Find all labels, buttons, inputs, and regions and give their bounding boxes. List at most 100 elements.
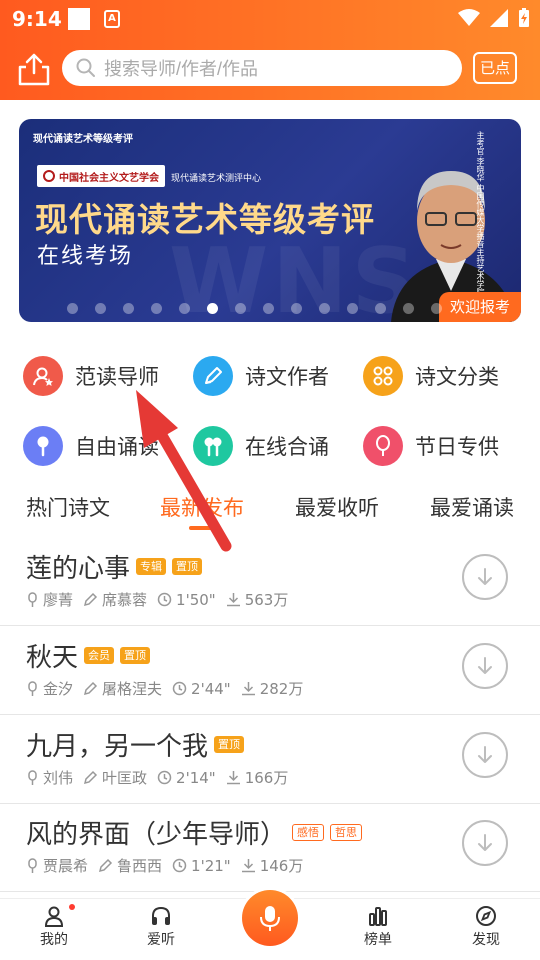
record-button[interactable] — [242, 890, 298, 946]
reader-mic-icon — [26, 769, 43, 786]
download-icon — [478, 834, 492, 851]
banner-dot[interactable] — [347, 303, 358, 314]
banner-org-name: 中国社会主义文艺学会 — [59, 172, 159, 184]
banner-dot[interactable] — [123, 303, 134, 314]
nav-label: 爱听 — [147, 932, 175, 948]
work-row[interactable]: 秋天 会员 置顶 金汐 屠格涅夫 2'44" 282万 — [0, 627, 540, 715]
download-icon — [478, 746, 492, 763]
banner-apply-button[interactable]: 欢迎报考 — [439, 292, 521, 322]
clock-icon — [157, 770, 176, 785]
profile-icon — [24, 905, 84, 927]
microphone-icon — [260, 906, 280, 931]
banner-dot[interactable] — [179, 303, 190, 314]
share-icon[interactable] — [16, 51, 52, 87]
category-label: 自由诵读 — [75, 435, 159, 459]
category-label: 节日专供 — [415, 435, 499, 459]
banner-dot[interactable] — [431, 303, 442, 314]
work-meta: 金汐 屠格涅夫 2'44" 282万 — [26, 678, 313, 699]
work-duration: 2'44" — [172, 680, 231, 698]
nav-item[interactable]: 我的 — [24, 905, 84, 949]
nav-item[interactable]: 发现 — [456, 905, 516, 949]
banner-dot[interactable] — [375, 303, 386, 314]
banner-dot[interactable] — [207, 303, 218, 314]
battery-icon — [519, 8, 529, 27]
tab-item[interactable]: 最新发布 — [160, 492, 244, 522]
clock-icon — [172, 681, 191, 696]
work-duration-text: 1'50" — [176, 590, 216, 609]
banner-dot[interactable] — [319, 303, 330, 314]
download-icon — [478, 657, 492, 674]
work-reader: 廖菁 — [26, 589, 73, 610]
work-title: 九月，另一个我 — [26, 732, 209, 762]
work-tag: 哲思 — [330, 824, 363, 841]
work-duration-text: 2'44" — [191, 679, 231, 698]
work-title: 莲的心事 — [26, 554, 131, 584]
work-title-row: 风的界面（少年导师） 感悟 哲思 — [26, 814, 363, 851]
banner-dot[interactable] — [263, 303, 274, 314]
work-tag: 感悟 — [292, 824, 325, 841]
status-time: 9:14 — [12, 7, 62, 31]
pen-icon — [193, 356, 233, 396]
work-tag: 会员 — [84, 647, 115, 664]
promo-banner[interactable]: WNS 现代诵读艺术等级考评 中国社会主义文艺学会 现代诵读艺术测评中心 现代诵… — [19, 119, 521, 322]
download-button[interactable] — [462, 732, 508, 778]
category-item[interactable]: 自由诵读 — [23, 426, 159, 466]
work-row[interactable]: 风的界面（少年导师） 感悟 哲思贾晨希 鲁西西 1'21" 146万 — [0, 804, 540, 892]
tab-item[interactable]: 最爱收听 — [295, 492, 379, 522]
download-button[interactable] — [462, 554, 508, 600]
search-bar[interactable]: 搜索导师/作者/作品 — [62, 50, 462, 86]
category-label: 诗文分类 — [415, 365, 499, 389]
banner-dot[interactable] — [291, 303, 302, 314]
clock-icon — [172, 858, 191, 873]
work-downloads-text: 146万 — [259, 857, 304, 875]
work-row[interactable]: 九月，另一个我 置顶 刘伟 叶匡政 2'14" 166万 — [0, 716, 540, 804]
work-reader: 贾晨希 — [26, 855, 88, 876]
work-title: 风的界面（少年导师） — [26, 820, 287, 850]
banner-examiner-text: 主考官·李晓华 中国传媒大学播音主持艺术学院院长 — [476, 131, 485, 313]
work-downloads: 563万 — [226, 589, 289, 610]
work-reader-text: 廖菁 — [43, 591, 74, 609]
checkin-button[interactable]: 已点 — [473, 52, 517, 84]
author-pen-icon — [83, 681, 102, 696]
tab-item[interactable]: 最爱诵读 — [430, 492, 514, 522]
work-downloads-text: 282万 — [259, 680, 304, 698]
category-item[interactable]: 诗文分类 — [363, 356, 499, 396]
category-item[interactable]: 节日专供 — [363, 426, 499, 466]
nav-item[interactable]: 榜单 — [348, 905, 408, 949]
category-item[interactable]: 在线合诵 — [193, 426, 329, 466]
banner-org-logo: 中国社会主义文艺学会 — [37, 165, 165, 187]
banner-subtitle: 在线考场 — [37, 244, 134, 269]
work-tag: 置顶 — [120, 647, 151, 664]
work-tag: 置顶 — [172, 558, 203, 575]
work-duration-text: 2'14" — [176, 768, 216, 787]
work-author-text: 鲁西西 — [117, 857, 163, 875]
work-reader-text: 刘伟 — [43, 769, 74, 787]
banner-dot[interactable] — [151, 303, 162, 314]
search-icon — [76, 58, 95, 77]
tab-item[interactable]: 热门诗文 — [26, 492, 110, 522]
work-row[interactable]: 莲的心事 专辑 置顶 廖菁 席慕蓉 1'50" 563万 — [0, 538, 540, 626]
download-button[interactable] — [462, 643, 508, 689]
work-reader-text: 金汐 — [43, 680, 74, 698]
app-notification-icon: A — [104, 10, 120, 28]
banner-center-name: 现代诵读艺术测评中心 — [171, 174, 262, 184]
category-item[interactable]: 诗文作者 — [193, 356, 329, 396]
work-downloads-text: 166万 — [244, 769, 289, 787]
banner-dot[interactable] — [67, 303, 78, 314]
clock-icon — [157, 592, 176, 607]
download-count-icon — [226, 770, 245, 785]
work-downloads-text: 563万 — [244, 591, 289, 609]
work-author: 席慕蓉 — [83, 589, 147, 610]
category-item[interactable]: 范读导师 — [23, 356, 159, 396]
author-pen-icon — [83, 592, 102, 607]
work-duration-text: 1'21" — [191, 856, 231, 875]
work-author: 屠格涅夫 — [83, 678, 162, 699]
banner-dot[interactable] — [403, 303, 414, 314]
download-button[interactable] — [462, 820, 508, 866]
nav-item[interactable]: 爱听 — [131, 905, 191, 949]
banner-dot[interactable] — [95, 303, 106, 314]
work-downloads: 146万 — [241, 855, 304, 876]
banner-dot[interactable] — [235, 303, 246, 314]
work-author-text: 叶匡政 — [102, 769, 148, 787]
work-duration: 1'21" — [172, 857, 231, 875]
